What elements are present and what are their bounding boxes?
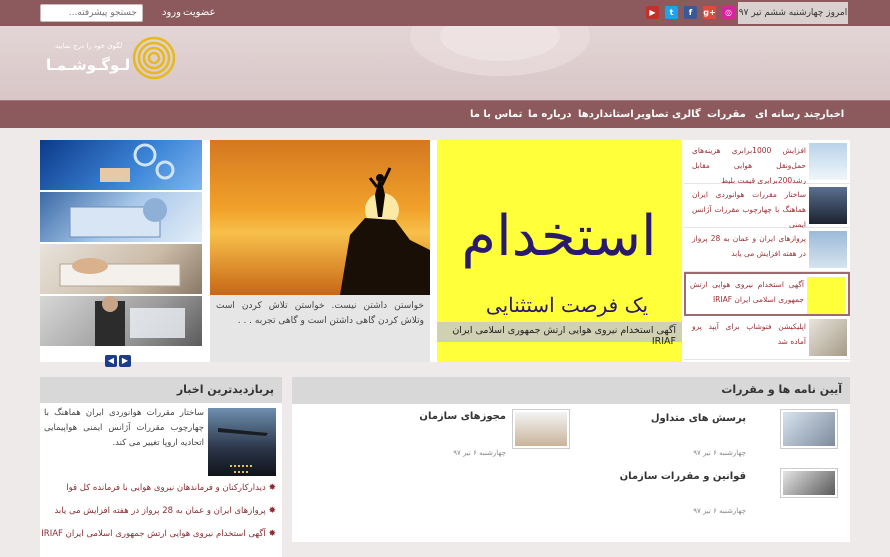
header-decoration <box>410 26 590 76</box>
rule-title[interactable]: مجوزهای سازمان <box>419 411 506 422</box>
news-link-text[interactable]: دیدارکارکنان و فرماندهان نیروی هوایی با … <box>66 483 266 493</box>
tablet-thumbnail <box>809 319 847 356</box>
rule-thumbnail[interactable] <box>780 409 838 449</box>
youtube-icon[interactable]: ▶ <box>646 6 659 19</box>
logo-text[interactable]: لـوگـوشـمـا <box>46 56 130 74</box>
rule-date: چهارشنبه ۶ تیر ۹۷ <box>693 449 746 457</box>
slider-list-item-active[interactable]: آگهی استخدام نیروی هوایی ارتش جمهوری اسل… <box>684 272 850 316</box>
news-link[interactable]: ✸ دیدارکارکنان و فرماندهان نیروی هوایی ب… <box>66 483 276 493</box>
main-slide-image-text: استخدام <box>461 204 656 269</box>
jet-thumbnail <box>809 231 847 268</box>
main-nav: اخبار چند رسانه ای مقررات گالری تصاویر ا… <box>0 100 890 128</box>
twitter-icon[interactable]: t <box>665 6 678 19</box>
slider-list-item[interactable]: پروازهای ایران و عمان به 28 پرواز در هفت… <box>684 228 850 272</box>
next-arrow-icon[interactable]: ▶ <box>119 355 131 367</box>
airplane-thumbnail <box>809 143 847 180</box>
slider-list-item[interactable]: افزایش 1000برابری هزینه‌های حمل‌ونقل هوا… <box>684 140 850 185</box>
runway-thumbnail <box>809 187 847 224</box>
site-header: لگوی خود را درج نمایید لـوگـوشـمـا <box>0 26 890 100</box>
prev-arrow-icon[interactable]: ◀ <box>105 355 117 367</box>
sunset-photo[interactable] <box>210 140 430 295</box>
news-link[interactable]: ✸ پروازهای ایران و عمان به 28 پرواز در ه… <box>54 506 276 516</box>
login-link[interactable]: ورود <box>162 7 181 18</box>
nav-gallery[interactable]: گالری تصاویر <box>635 109 701 120</box>
panel-title: پربازدیدترین اخبار <box>40 377 282 403</box>
main-slide-image-subtext: یک فرصت استثنایی <box>486 293 648 317</box>
mid-slide-caption: خواستن داشتن نیست. خواستن تلاش کردن است … <box>210 295 430 362</box>
main-slide-caption[interactable]: آگهی استخدام نیروی هوایی ارتش جمهوری اسل… <box>437 322 682 347</box>
panel-title: آیین نامه ها و مقررات <box>292 377 850 404</box>
slider-list-item[interactable]: ساختار مقررات هوانوردی ایران هماهنگ با چ… <box>684 184 850 229</box>
news-link-text[interactable]: آگهی استخدام نیروی هوایی ارتش جمهوری اسل… <box>41 529 265 539</box>
news-feature-text[interactable]: ساختار مقررات هوانوردی ایران هماهنگ با چ… <box>44 406 204 451</box>
thumbnail-image[interactable] <box>40 296 202 346</box>
news-link-text[interactable]: پروازهای ایران و عمان به 28 پرواز در هفت… <box>54 506 265 516</box>
date-display: امروز چهارشنبه ششم تیر ۹۷ <box>738 2 848 24</box>
rule-title[interactable]: پرسش های متداول <box>651 413 746 424</box>
rule-thumbnail[interactable] <box>512 409 570 449</box>
slider-arrows: ◀ ▶ <box>105 348 133 367</box>
bullet-icon: ✸ <box>268 506 276 516</box>
instagram-icon[interactable]: ◎ <box>722 6 735 19</box>
rule-date: چهارشنبه ۶ تیر ۹۷ <box>453 449 506 457</box>
most-viewed-news-panel: پربازدیدترین اخبار ساختار مقررات هوانورد… <box>40 377 282 557</box>
bullet-icon: ✸ <box>268 483 276 493</box>
top-bar: ورود عضویت ▶ t f g+ ◎ امروز چهارشنبه ششم… <box>0 0 890 26</box>
nav-contact[interactable]: تماس با ما <box>470 109 522 120</box>
nav-about[interactable]: درباره ما <box>528 109 572 120</box>
slider-list-item[interactable]: اپلیکیشن فتوشاپ برای آیپد پرو آماده شد <box>684 316 850 360</box>
news-link[interactable]: ✸ آگهی استخدام نیروی هوایی ارتش جمهوری ا… <box>41 529 276 539</box>
logo-fingerprint-icon[interactable] <box>132 36 176 80</box>
thumbnail-image[interactable] <box>40 192 202 242</box>
slider-list-text: افزایش 1000برابری هزینه‌های حمل‌ونقل هوا… <box>692 146 806 185</box>
logo-tagline: لگوی خود را درج نمایید <box>55 42 123 50</box>
slider-list-text: آگهی استخدام نیروی هوایی ارتش جمهوری اسل… <box>690 280 804 304</box>
nav-multimedia[interactable]: چند رسانه ای <box>755 109 821 120</box>
hiring-thumbnail <box>807 277 845 314</box>
news-feature-image[interactable] <box>208 408 276 476</box>
rule-thumbnail[interactable] <box>780 468 838 498</box>
slider-list-text: اپلیکیشن فتوشاپ برای آیپد پرو آماده شد <box>692 322 806 346</box>
facebook-icon[interactable]: f <box>684 6 697 19</box>
rule-title[interactable]: قوانین و مقررات سازمان <box>620 471 746 482</box>
google-plus-icon[interactable]: g+ <box>703 6 716 19</box>
slider-list-text: پروازهای ایران و عمان به 28 پرواز در هفت… <box>692 234 806 258</box>
rules-panel: آیین نامه ها و مقررات پرسش های متداول چه… <box>292 377 850 542</box>
nav-standards[interactable]: استانداردها <box>578 109 634 120</box>
slider-list-text: ساختار مقررات هوانوردی ایران هماهنگ با چ… <box>692 190 806 229</box>
bullet-icon: ✸ <box>268 529 276 539</box>
thumbnail-image[interactable] <box>40 140 202 190</box>
rule-date: چهارشنبه ۶ تیر ۹۷ <box>693 507 746 515</box>
nav-news[interactable]: اخبار <box>820 109 844 120</box>
nav-regulations[interactable]: مقررات <box>707 109 746 120</box>
search-input[interactable] <box>40 4 143 22</box>
register-link[interactable]: عضویت <box>183 7 215 18</box>
thumbnail-image[interactable] <box>40 244 202 294</box>
